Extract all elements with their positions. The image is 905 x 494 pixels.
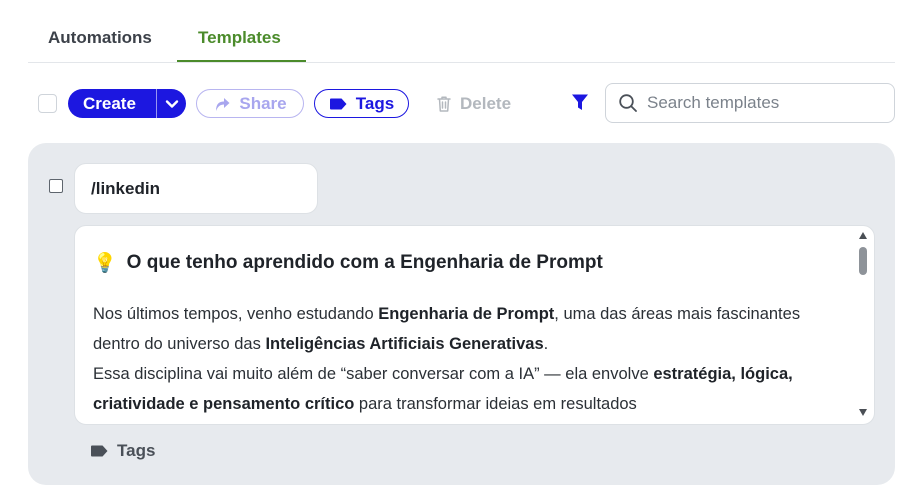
create-button-group: Create (68, 89, 186, 118)
search-input[interactable] (647, 93, 887, 113)
scroll-thumb[interactable] (859, 247, 867, 275)
search-icon (619, 94, 637, 112)
body-text-run: para transformar ideias em resultados (354, 395, 637, 413)
template-content-body: 💡 O que tenho aprendido com a Engenharia… (93, 246, 833, 419)
tags-button[interactable]: Tags (314, 89, 409, 118)
tab-automations[interactable]: Automations (48, 28, 152, 48)
scroll-down-arrow-icon[interactable] (859, 409, 867, 416)
select-all-checkbox[interactable] (38, 94, 57, 113)
template-shortcut[interactable]: /linkedin (74, 163, 318, 214)
tag-icon (91, 445, 108, 457)
lightbulb-icon: 💡 (93, 252, 117, 274)
filter-icon (572, 94, 588, 110)
create-dropdown-button[interactable] (157, 89, 186, 118)
tags-label: Tags (355, 93, 395, 113)
active-tab-indicator (177, 60, 306, 62)
search-box (605, 83, 895, 123)
body-text-run: . (543, 335, 549, 353)
body-text-run: Nos últimos tempos, venho estudando (93, 305, 379, 323)
template-checkbox[interactable] (49, 179, 63, 193)
share-button[interactable]: Share (196, 89, 304, 118)
template-tags-button[interactable]: Tags (90, 441, 155, 461)
trash-icon (437, 95, 451, 112)
tab-bar: Automations Templates (28, 0, 895, 63)
content-scrollbar[interactable] (856, 230, 870, 420)
toolbar: Create Share Tags Delete (0, 80, 905, 126)
tag-icon (329, 98, 347, 109)
delete-button[interactable]: Delete (436, 89, 511, 118)
create-button[interactable]: Create (68, 94, 156, 114)
share-arrow-icon (216, 97, 230, 111)
chevron-down-icon (165, 99, 178, 108)
template-content[interactable]: 💡 O que tenho aprendido com a Engenharia… (74, 225, 875, 425)
delete-label: Delete (460, 93, 512, 113)
scroll-up-arrow-icon[interactable] (859, 232, 867, 239)
tab-templates[interactable]: Templates (198, 28, 281, 48)
template-body-text: Nos últimos tempos, venho estudando Enge… (93, 299, 833, 419)
template-card: /linkedin 💡 O que tenho aprendido com a … (28, 143, 895, 485)
body-bold-run: Inteligências Artificiais Generativas (265, 335, 544, 353)
body-paragraph: Nos últimos tempos, venho estudando Enge… (93, 299, 833, 359)
share-label: Share (239, 93, 287, 113)
body-text-run: Essa disciplina vai muito além de “saber… (93, 365, 654, 383)
template-tags-label: Tags (117, 441, 156, 460)
template-heading: 💡 O que tenho aprendido com a Engenharia… (93, 246, 833, 279)
body-paragraph: Essa disciplina vai muito além de “saber… (93, 359, 833, 419)
filter-button[interactable] (570, 91, 590, 113)
body-bold-run: Engenharia de Prompt (378, 305, 555, 323)
template-heading-text: O que tenho aprendido com a Engenharia d… (126, 251, 603, 273)
